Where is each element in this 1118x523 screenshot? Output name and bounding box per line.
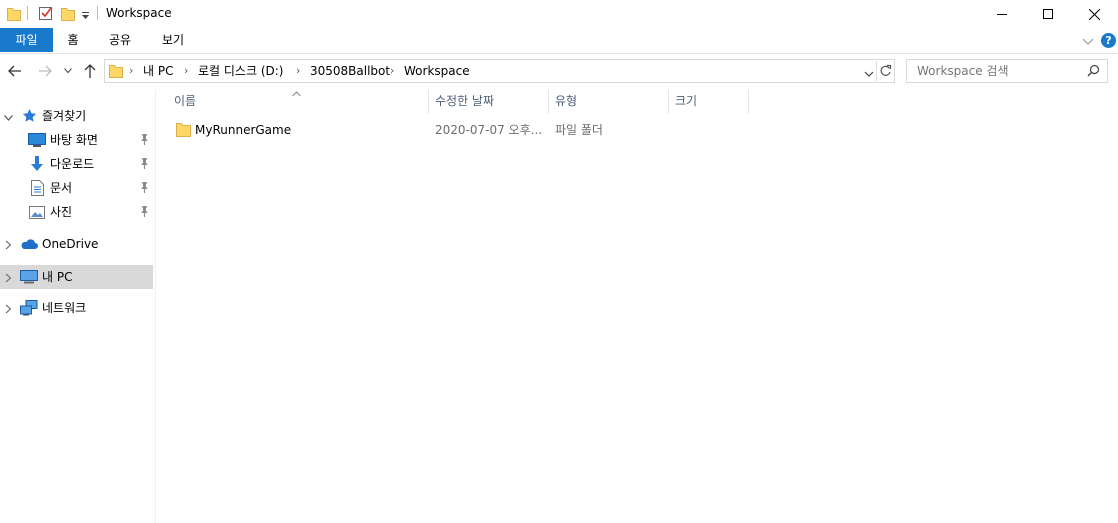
breadcrumb-separator[interactable]: › (296, 60, 300, 82)
column-header-name[interactable]: 이름 (174, 92, 428, 114)
chevron-down-icon (64, 68, 72, 74)
download-icon (30, 156, 44, 175)
tab-view[interactable]: 보기 (153, 28, 193, 52)
pin-icon[interactable] (139, 205, 150, 221)
breadcrumb-workspace[interactable]: Workspace (404, 60, 470, 82)
search-input[interactable] (915, 60, 1089, 82)
ribbon-tabs: 파일 홈 공유 보기 ? (0, 28, 1118, 54)
pin-icon[interactable] (139, 157, 150, 173)
search-icon[interactable] (1087, 64, 1100, 80)
navigation-pane: 즐겨찾기 바탕 화면 다운로드 문서 사진 OneDrive 내 PC 네트워크 (0, 90, 156, 523)
file-name: MyRunnerGame (195, 123, 292, 137)
nav-label: 네트워크 (42, 301, 87, 315)
address-bar[interactable]: › 내 PC › 로컬 디스크 (D:) › 30508Ballbot › Wo… (104, 59, 895, 83)
tab-share[interactable]: 공유 (100, 28, 140, 52)
help-icon[interactable]: ? (1101, 33, 1116, 48)
folder-icon (109, 63, 123, 81)
column-header-type[interactable]: 유형 (555, 92, 668, 114)
back-arrow-icon (8, 65, 21, 77)
breadcrumb-local-disk[interactable]: 로컬 디스크 (D:) (198, 60, 283, 82)
search-box[interactable] (906, 59, 1108, 83)
nav-pictures[interactable]: 사진 (0, 200, 153, 224)
address-row: › 내 PC › 로컬 디스크 (D:) › 30508Ballbot › Wo… (0, 56, 1118, 86)
column-divider[interactable] (548, 90, 549, 114)
breadcrumb-separator[interactable]: › (184, 60, 188, 82)
title-divider (97, 6, 98, 20)
column-divider[interactable] (668, 90, 669, 114)
nav-label: 사진 (50, 205, 73, 219)
star-icon (22, 108, 37, 126)
nav-label: 다운로드 (50, 157, 95, 171)
title-bar: Workspace (0, 0, 1118, 28)
nav-network[interactable]: 네트워크 (0, 296, 153, 320)
up-button[interactable] (79, 56, 101, 86)
recent-locations-button[interactable] (58, 56, 78, 86)
nav-documents[interactable]: 문서 (0, 176, 153, 200)
refresh-icon[interactable] (879, 64, 892, 80)
tab-home[interactable]: 홈 (56, 28, 90, 52)
up-arrow-icon (84, 64, 96, 78)
file-type: 파일 폴더 (555, 123, 603, 137)
chevron-right-icon[interactable] (5, 303, 12, 317)
nav-downloads[interactable]: 다운로드 (0, 152, 153, 176)
breadcrumb-30508ballbot[interactable]: 30508Ballbot (310, 60, 390, 82)
nav-label: 문서 (50, 181, 73, 195)
document-icon (31, 180, 44, 199)
nav-this-pc[interactable]: 내 PC (0, 265, 153, 289)
nav-quick-access[interactable]: 즐겨찾기 (0, 104, 153, 128)
customize-qat-icon[interactable] (81, 10, 90, 24)
qat-divider (27, 6, 28, 20)
properties-icon[interactable] (38, 5, 54, 24)
expand-ribbon-icon[interactable] (1082, 35, 1094, 49)
pictures-icon (29, 206, 45, 222)
maximize-button[interactable] (1025, 0, 1071, 28)
file-row[interactable]: MyRunnerGame 2020-07-07 오후... 파일 폴더 (166, 118, 746, 142)
nav-label: 바탕 화면 (50, 133, 98, 147)
nav-label: 즐겨찾기 (42, 109, 87, 123)
folder-icon (176, 121, 191, 140)
pin-icon[interactable] (139, 133, 150, 149)
pin-icon[interactable] (139, 181, 150, 197)
nav-label: 내 PC (42, 270, 73, 284)
window-title: Workspace (106, 6, 172, 20)
close-icon (1088, 8, 1100, 20)
breadcrumb-separator[interactable]: › (390, 60, 394, 82)
folder-icon (7, 6, 21, 24)
forward-button[interactable] (34, 56, 56, 86)
network-icon (20, 300, 38, 319)
column-divider[interactable] (428, 90, 429, 114)
column-header-size[interactable]: 크기 (675, 92, 748, 114)
close-button[interactable] (1071, 0, 1117, 28)
chevron-right-icon[interactable] (5, 272, 12, 286)
breadcrumb-this-pc[interactable]: 내 PC (143, 60, 173, 82)
minimize-button[interactable] (979, 0, 1025, 28)
computer-icon (20, 270, 38, 287)
nav-desktop[interactable]: 바탕 화면 (0, 128, 153, 152)
nav-label: OneDrive (42, 237, 99, 251)
tab-file[interactable]: 파일 (0, 28, 53, 52)
nav-onedrive[interactable]: OneDrive (0, 232, 153, 256)
chevron-right-icon[interactable] (5, 239, 12, 253)
address-divider (876, 61, 877, 81)
column-divider[interactable] (748, 90, 749, 114)
chevron-expanded-icon[interactable] (4, 111, 13, 125)
desktop-icon (28, 133, 46, 150)
forward-arrow-icon (39, 65, 52, 77)
back-button[interactable] (4, 56, 26, 86)
file-date-modified: 2020-07-07 오후... (435, 123, 543, 137)
minimize-icon (997, 14, 1007, 15)
cloud-icon (20, 238, 38, 253)
breadcrumb-separator[interactable]: › (129, 60, 133, 82)
maximize-icon (1043, 9, 1053, 19)
column-header-date-modified[interactable]: 수정한 날짜 (435, 92, 548, 114)
new-folder-icon[interactable] (61, 6, 75, 24)
address-dropdown-icon[interactable] (864, 67, 874, 81)
